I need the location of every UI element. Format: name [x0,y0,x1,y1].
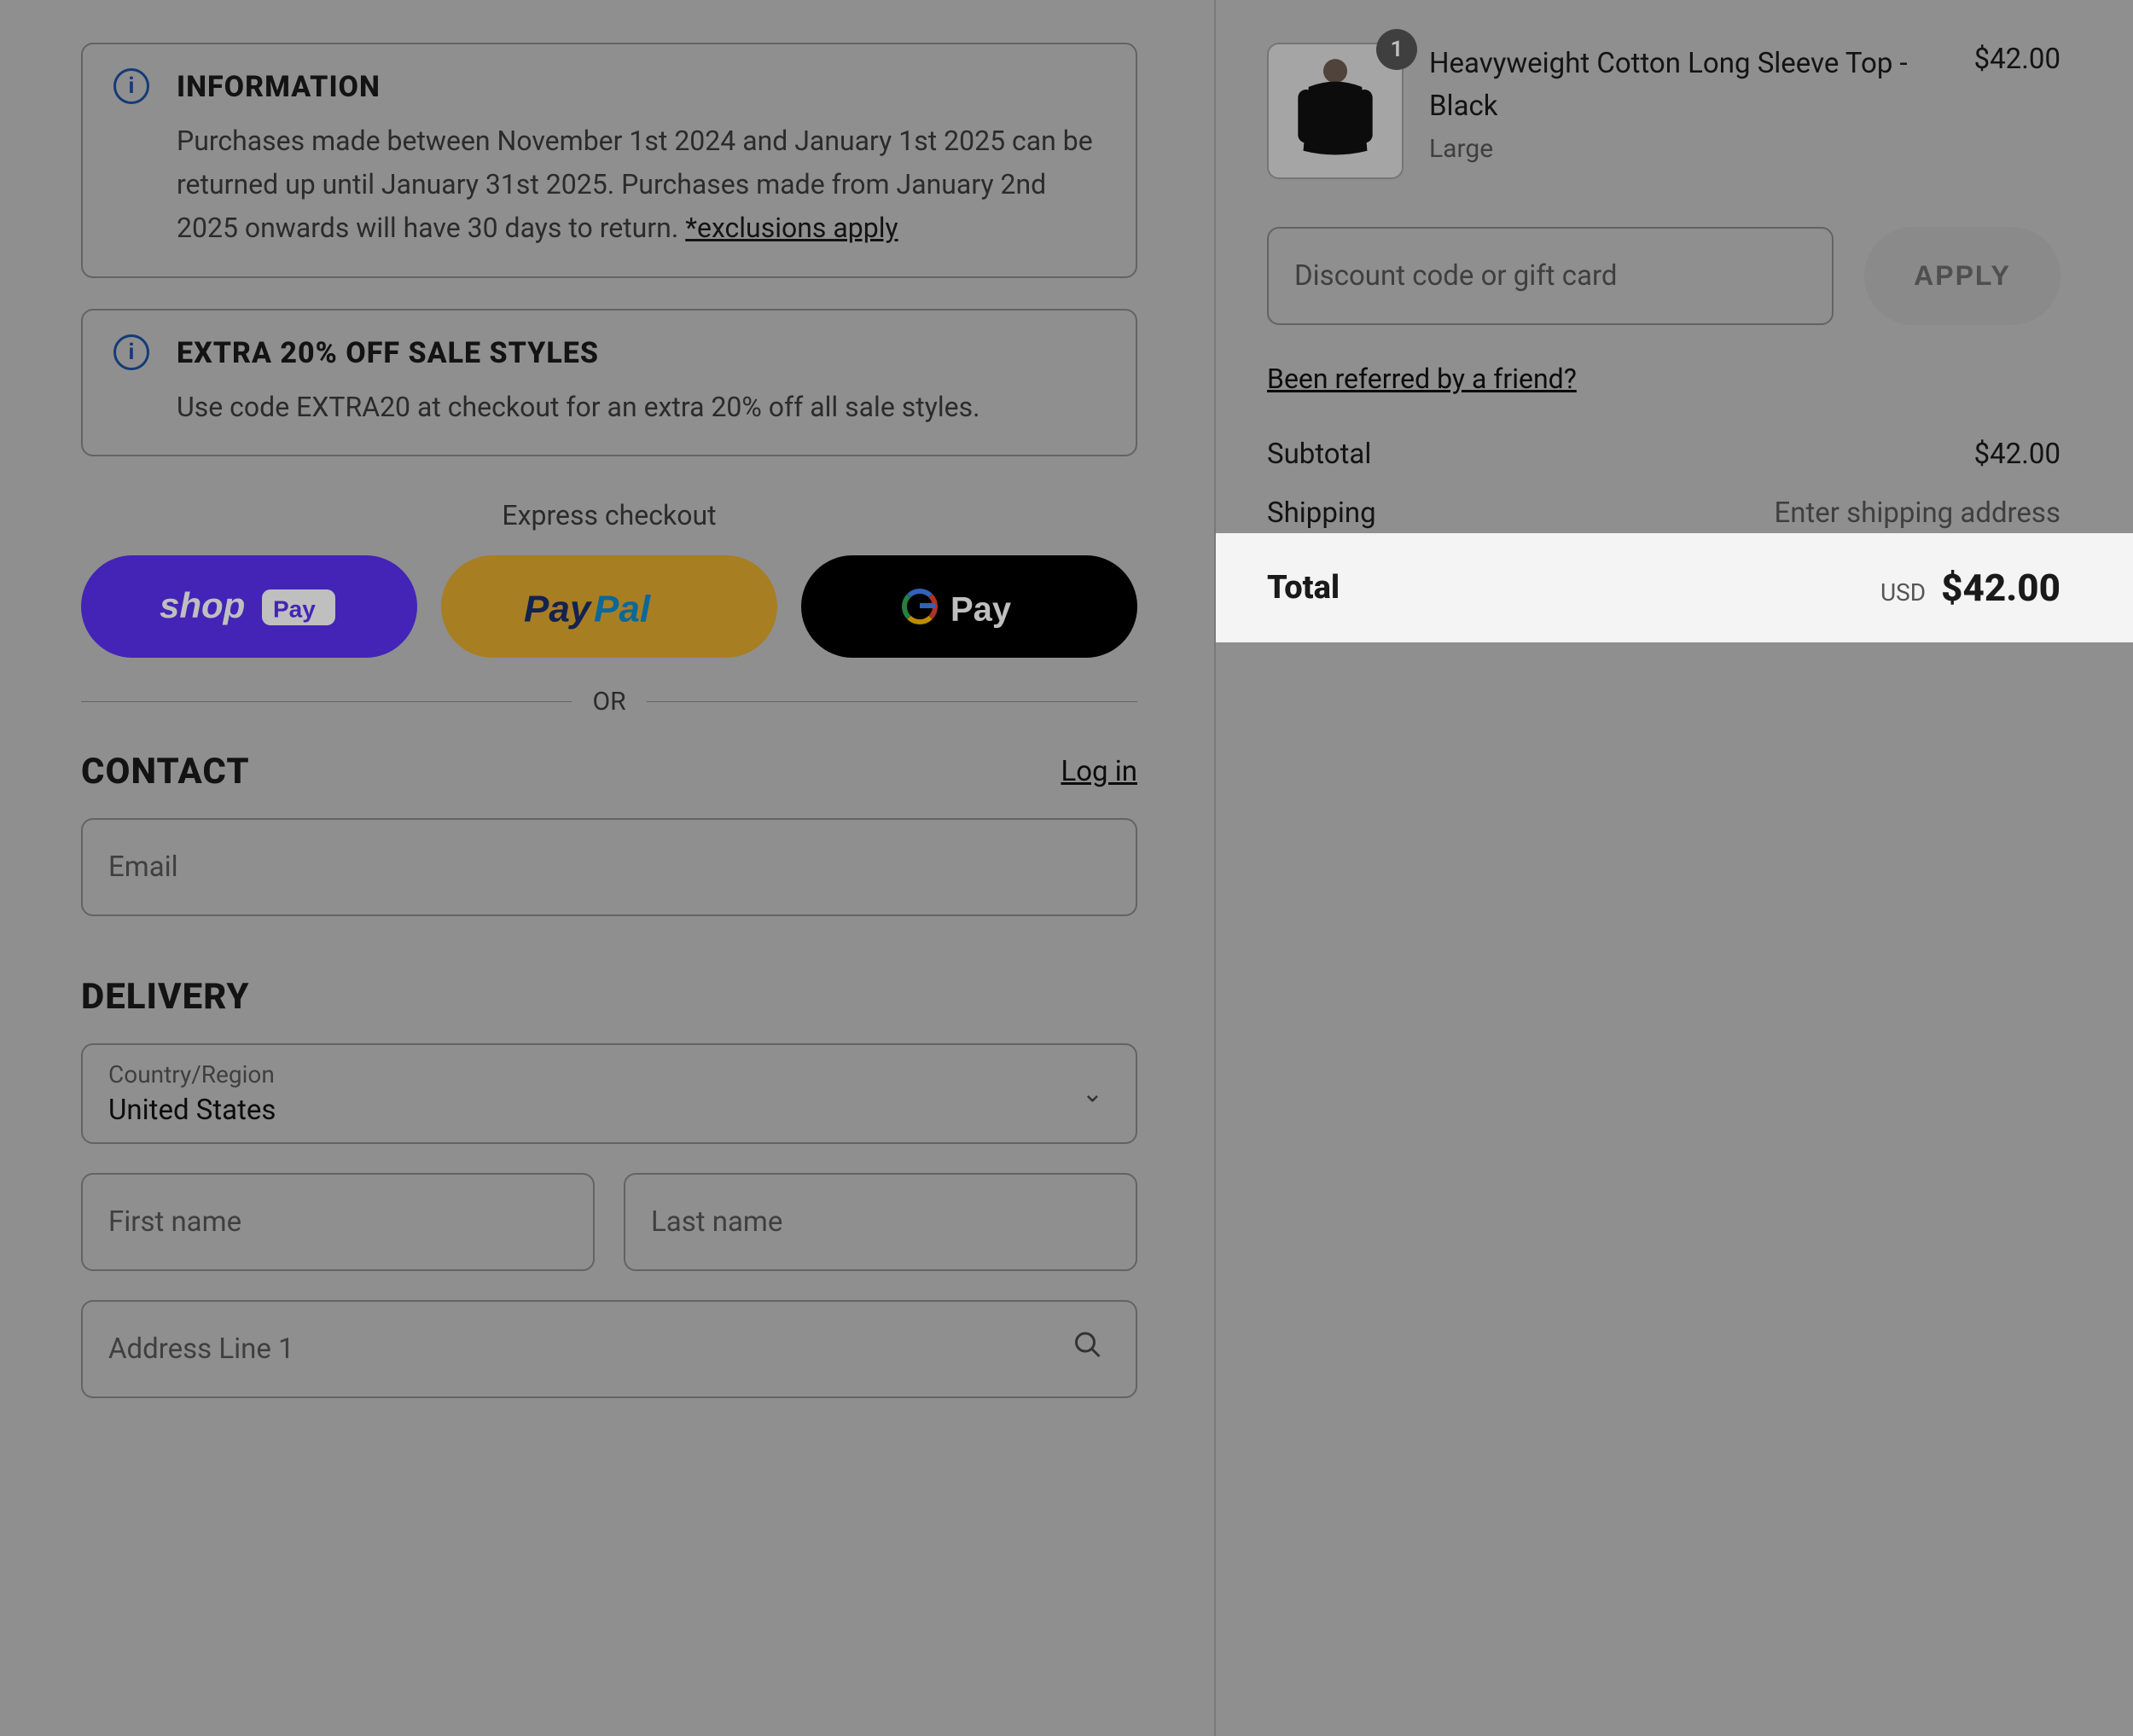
country-value: United States [108,1094,276,1127]
delivery-heading: DELIVERY [81,976,250,1018]
shipping-row: Shipping Enter shipping address [1267,496,2060,530]
info-title: INFORMATION [177,70,1105,104]
exclusions-link[interactable]: *exclusions apply [685,212,898,244]
item-price: $42.00 [1974,43,2060,76]
contact-heading: CONTACT [81,751,250,793]
or-text: OR [592,687,625,717]
svg-text:Pay: Pay [273,595,316,622]
discount-input[interactable]: Discount code or gift card [1267,227,1834,325]
last-name-placeholder: Last name [651,1205,782,1239]
promo-body: Use code EXTRA20 at checkout for an extr… [177,386,980,429]
email-field[interactable]: Email [81,818,1137,916]
info-icon: i [113,334,149,370]
info-body: Purchases made between November 1st 2024… [177,119,1105,251]
google-pay-button[interactable]: Pay [801,555,1137,658]
info-box-returns: i INFORMATION Purchases made between Nov… [81,43,1137,278]
total-row: Total USD $42.00 [1216,533,2133,642]
item-name: Heavyweight Cotton Long Sleeve Top - Bla… [1429,43,1949,127]
shop-pay-logo-icon: shop Pay [160,583,339,630]
info-icon: i [113,68,149,104]
shipping-label: Shipping [1267,496,1376,530]
address1-field[interactable]: Address Line 1 [81,1300,1137,1398]
search-icon [1072,1330,1103,1368]
express-checkout-label: Express checkout [81,499,1137,531]
first-name-field[interactable]: First name [81,1173,595,1271]
email-placeholder: Email [108,851,178,884]
quantity-badge: 1 [1376,29,1417,70]
chevron-down-icon: ⌄ [1082,1078,1103,1108]
country-select[interactable]: Country/Region United States ⌄ [81,1043,1137,1144]
svg-text:Pay: Pay [524,588,593,630]
paypal-button[interactable]: Pay Pal [441,555,777,658]
login-link[interactable]: Log in [1061,755,1137,788]
item-variant: Large [1429,134,1949,164]
shop-pay-button[interactable]: shop Pay [81,555,417,658]
svg-text:Pay: Pay [950,590,1012,628]
divider-or: OR [81,687,1137,717]
info-body-text: Purchases made between November 1st 2024… [177,125,1093,244]
gpay-logo-icon: Pay [901,583,1037,630]
shipping-value: Enter shipping address [1774,496,2060,530]
paypal-logo-icon: Pay Pal [524,583,695,630]
last-name-field[interactable]: Last name [624,1173,1137,1271]
svg-text:shop: shop [160,585,245,625]
total-label: Total [1267,569,1340,607]
promo-title: EXTRA 20% OFF SALE STYLES [177,336,980,370]
first-name-placeholder: First name [108,1205,241,1239]
total-value: $42.00 [1941,566,2060,610]
info-box-promo: i EXTRA 20% OFF SALE STYLES Use code EXT… [81,309,1137,456]
referral-link[interactable]: Been referred by a friend? [1267,363,1577,395]
svg-text:Pal: Pal [594,588,651,630]
currency-label: USD [1880,578,1926,607]
subtotal-value: $42.00 [1974,438,2060,471]
apply-button[interactable]: APPLY [1864,227,2060,325]
subtotal-row: Subtotal $42.00 [1267,438,2060,471]
subtotal-label: Subtotal [1267,438,1371,471]
address1-placeholder: Address Line 1 [108,1332,294,1366]
discount-placeholder: Discount code or gift card [1294,259,1618,293]
cart-item: 1 Heavyweight Cotton Long Sleeve Top - B… [1267,43,2060,179]
country-label: Country/Region [108,1060,1110,1089]
